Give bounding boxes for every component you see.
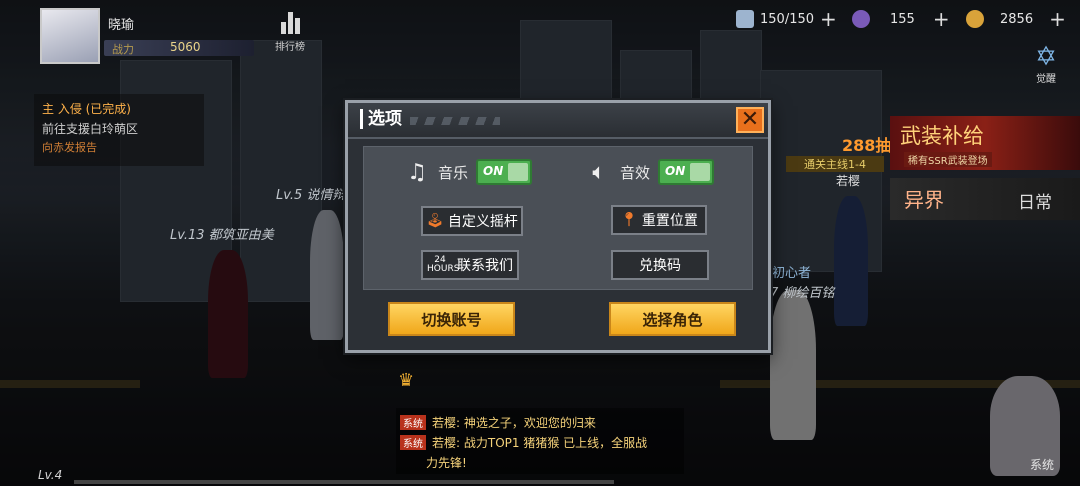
redeem-code-label: 兑换码 — [639, 258, 681, 274]
crown-icon: ♛ — [398, 370, 415, 391]
quest-objective: 前往支援白玲萌区 — [42, 122, 139, 136]
chat-text: 若樱: 神选之子，欢迎您的归来 — [432, 416, 596, 430]
options-panel: ♫ 音乐 ON 🔈︎ 音效 ON 🕹︎ 自定义摇杆 📍︎ 重置位置 24 HOU… — [363, 146, 753, 290]
stamina-value: 150/150 — [760, 11, 815, 27]
quest-title: 主 入侵 (已完成) — [42, 102, 131, 116]
contact-us-label: 联系我们 — [457, 258, 513, 274]
system-tag: 系统 — [400, 435, 426, 450]
leaderboard-icon — [279, 10, 301, 34]
coin-icon — [966, 10, 984, 28]
crystal-value: 155 — [890, 11, 915, 27]
event-banner[interactable]: 武装补给 稀有SSR武装登场 — [890, 116, 1080, 170]
system-tag: 系统 — [400, 415, 426, 430]
joystick-icon: 🕹︎ — [426, 213, 444, 229]
add-crystal-button[interactable]: + — [933, 9, 950, 29]
chat-box[interactable]: 系统 若樱: 神选之子，欢迎您的归来 系统 若樱: 战力TOP1 猪猪猴 已上线… — [396, 408, 684, 474]
custom-joystick-label: 自定义摇杆 — [447, 214, 518, 230]
sfx-option: 🔈︎ 音效 ON — [586, 159, 715, 185]
add-coin-button[interactable]: + — [1049, 9, 1066, 29]
draw-count-badge: 288抽 — [842, 136, 892, 155]
custom-joystick-button[interactable]: 🕹︎ 自定义摇杆 — [421, 206, 523, 236]
speaker-icon: 🔈︎ — [592, 159, 606, 185]
music-toggle-label: ON — [483, 164, 504, 178]
header-decoration — [410, 117, 500, 125]
power-label: 战力 — [112, 43, 134, 56]
reset-position-label: 重置位置 — [641, 213, 698, 229]
player-avatar[interactable] — [40, 8, 100, 64]
toggle-knob — [508, 163, 529, 181]
quest-tracker[interactable]: 主 入侵 (已完成) 前往支援白玲萌区 向赤发报告 — [34, 94, 204, 166]
player-name: 晓瑜 — [108, 18, 135, 33]
event-banner-title: 武装补给 — [900, 124, 984, 148]
leaderboard-button[interactable]: 排行榜 — [268, 8, 312, 60]
world-daily-banner[interactable]: 异界 日常 — [890, 178, 1080, 220]
sfx-label: 音效 — [620, 163, 651, 182]
contact-us-button[interactable]: 24 HOURS 联系我们 — [421, 250, 519, 280]
stamina-icon — [736, 10, 754, 28]
sfx-toggle-label: ON — [665, 164, 686, 178]
location-pin-icon: 📍︎ — [620, 212, 638, 228]
chat-text: 若樱: 战力TOP1 猪猪猴 已上线，全服战 — [432, 436, 648, 450]
reset-position-button[interactable]: 📍︎ 重置位置 — [611, 205, 707, 235]
crystal-icon — [852, 10, 870, 28]
crystal-resource: 155 + — [852, 8, 950, 30]
chat-message: 系统 若樱: 神选之子，欢迎您的归来 — [400, 414, 596, 431]
sfx-toggle[interactable]: ON — [658, 159, 715, 185]
music-label: 音乐 — [438, 163, 469, 182]
experience-bar — [74, 480, 614, 484]
music-note-icon: ♫ — [407, 159, 427, 185]
switch-account-button[interactable]: 切换账号 — [388, 302, 515, 336]
add-stamina-button[interactable]: + — [820, 9, 837, 29]
otherworld-label: 异界 — [904, 188, 944, 212]
leaderboard-label: 排行榜 — [275, 42, 305, 53]
awaken-button[interactable]: ✡ 觉醒 — [1026, 44, 1066, 85]
stamina-resource: 150/150 + — [736, 8, 837, 30]
music-toggle[interactable]: ON — [476, 159, 533, 185]
power-value: 5060 — [170, 40, 201, 54]
player-level: Lv.4 — [38, 468, 63, 482]
select-character-button[interactable]: 选择角色 — [609, 302, 736, 336]
chat-message-continued: 力先锋! — [426, 456, 467, 470]
coin-value: 2856 — [1000, 11, 1034, 27]
quest-hint: 向赤发报告 — [42, 141, 97, 154]
player-title: 初心者 — [772, 266, 812, 281]
event-banner-subtitle: 稀有SSR武装登场 — [904, 152, 992, 167]
awaken-label: 觉醒 — [1036, 74, 1056, 85]
player-nameplate: Lv.13 都筑亚由美 — [170, 228, 274, 243]
daily-label: 日常 — [1018, 193, 1052, 213]
dialog-title: 选项 — [360, 109, 402, 129]
dialog-header: 选项 ✕ — [348, 103, 768, 139]
awaken-icon: ✡ — [1035, 42, 1057, 72]
mission-requirement: 通关主线1-4 — [786, 156, 884, 172]
music-option: ♫ 音乐 ON — [404, 159, 533, 185]
npc-name-label: 若樱 — [836, 174, 861, 188]
toggle-knob — [690, 163, 711, 181]
options-dialog: 选项 ✕ ♫ 音乐 ON 🔈︎ 音效 ON 🕹︎ 自定义摇杆 📍︎ 重置位置 2… — [345, 100, 771, 353]
system-button[interactable]: 系统 — [1030, 456, 1054, 473]
redeem-code-button[interactable]: 兑换码 — [611, 250, 709, 280]
chat-message: 系统 若樱: 战力TOP1 猪猪猴 已上线，全服战 — [400, 434, 647, 451]
close-button[interactable]: ✕ — [736, 107, 764, 133]
coin-resource: 2856 + — [966, 8, 1066, 30]
24-hours-icon: 24 HOURS — [427, 255, 460, 274]
